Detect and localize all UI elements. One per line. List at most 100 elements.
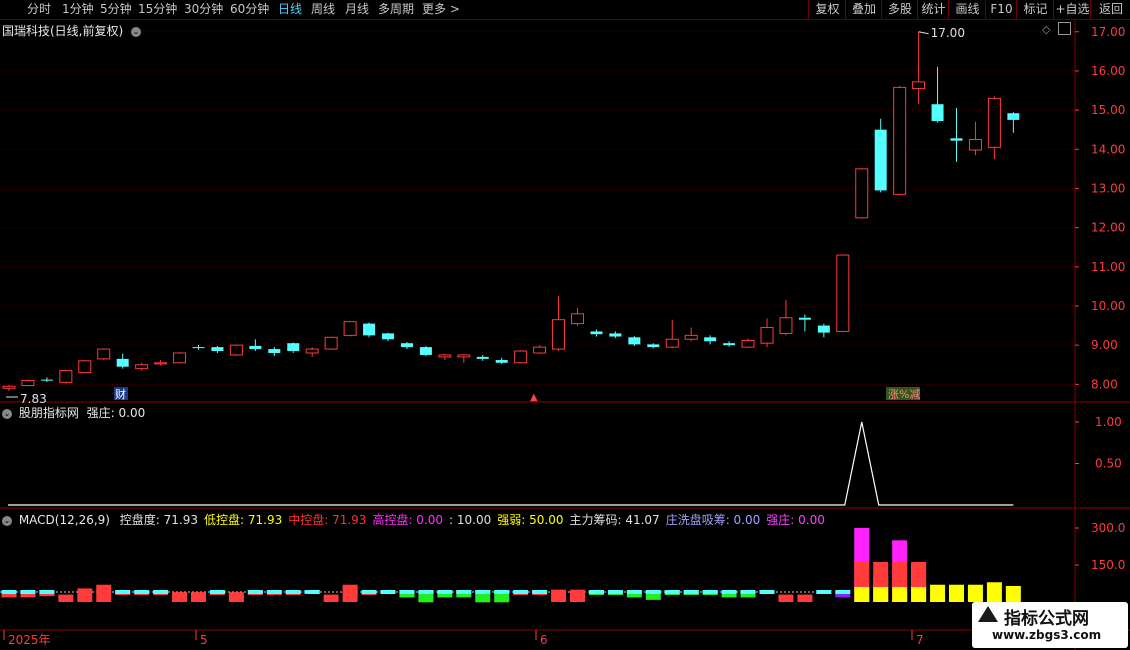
price-tick-label: 9.00 — [1091, 338, 1118, 352]
ctrl-bar-cap — [702, 590, 718, 594]
ctrl-bar-cap — [588, 590, 604, 594]
chevron-down-icon[interactable]: ⌄ — [2, 515, 12, 526]
candle-body — [2, 385, 16, 389]
price-tick-label: 8.00 — [1091, 377, 1118, 391]
time-label: 5 — [200, 633, 208, 647]
price-tick-label: 13.00 — [1091, 181, 1125, 195]
ctrl-bar — [930, 584, 946, 602]
candle-body — [968, 138, 982, 151]
ctrl-bar-cap — [304, 590, 320, 594]
candle-body — [950, 138, 963, 141]
candlestick-series: 17.007.83 财 ▲ 涨%减 — [2, 26, 1020, 406]
toolbar-button-0[interactable]: 复权 — [808, 0, 846, 19]
time-label: 6 — [540, 633, 548, 647]
macd-item-7: 庄洗盘吸筹: 0.00 — [665, 513, 761, 527]
indicator-tick-label: 1.00 — [1095, 415, 1122, 429]
period-tab-0[interactable]: 分时 — [27, 1, 51, 18]
candle-body — [665, 338, 679, 348]
chevron-down-icon[interactable]: ⌄ — [131, 26, 142, 37]
candle-body — [249, 345, 262, 350]
panel-toggle-icon[interactable] — [1058, 22, 1071, 35]
candle-body — [495, 360, 508, 363]
candle-body — [438, 354, 452, 358]
ctrl-bar — [778, 594, 794, 602]
ctrl-bar-low — [911, 587, 927, 602]
period-tab-5[interactable]: 60分钟 — [230, 1, 269, 18]
candle-body — [647, 344, 660, 348]
toolbar-button-6[interactable]: 标记 — [1016, 0, 1054, 19]
toolbar-button-3[interactable]: 统计 — [917, 0, 949, 19]
candle-body — [893, 86, 907, 195]
period-tab-3[interactable]: 15分钟 — [138, 1, 177, 18]
candle-body — [571, 313, 584, 325]
ctrl-bar — [967, 584, 983, 602]
period-tab-8[interactable]: 月线 — [345, 1, 369, 18]
price-tick-label: 15.00 — [1091, 103, 1125, 117]
candle-body — [760, 327, 774, 344]
candle-body — [97, 348, 111, 360]
ctrl-bar — [342, 584, 358, 602]
candle-body — [305, 348, 319, 354]
toolbar-button-1[interactable]: 叠加 — [845, 0, 882, 19]
ctrl-bar-cap — [247, 590, 263, 594]
toolbar-button-7[interactable]: +自选 — [1053, 0, 1091, 19]
ctrl-bar-low — [873, 587, 889, 602]
price-tick-label: 10.00 — [1091, 299, 1125, 313]
period-tab-6[interactable]: 日线 — [278, 1, 302, 18]
ctrl-bar-cap — [209, 590, 225, 594]
macd-item-3: 高控盘: 0.00 — [372, 513, 444, 527]
period-tab-7[interactable]: 周线 — [311, 1, 335, 18]
indicator-label: 强庄: — [86, 406, 115, 420]
ctrl-bar — [551, 589, 567, 602]
main-panel-title[interactable]: 国瑞科技(日线,前复权) ⌄ — [2, 22, 144, 39]
candle-body — [987, 97, 1001, 148]
chevron-down-icon[interactable]: ⌄ — [2, 408, 12, 419]
candle-body — [590, 331, 603, 335]
macd-tick-label: 150.0 — [1091, 558, 1125, 572]
period-tab-2[interactable]: 5分钟 — [100, 1, 132, 18]
ctrl-bar-low — [854, 587, 870, 602]
watermark-title: 指标公式网 — [1004, 609, 1089, 629]
toolbar-button-5[interactable]: F10 — [985, 0, 1017, 19]
ctrl-bar — [77, 588, 93, 602]
strong-line — [8, 421, 1014, 506]
candle-body — [874, 129, 887, 191]
macd-name: MACD(12,26,9) — [18, 513, 110, 527]
candle-body — [21, 379, 35, 387]
ctrl-bar — [570, 589, 585, 602]
macd-panel-title[interactable]: ⌄ MACD(12,26,9) 控盘度: 71.93 低控盘: 71.93 中控盘:… — [2, 511, 825, 528]
period-tab-10[interactable]: 更多 > — [422, 1, 460, 18]
candle-body — [779, 317, 793, 334]
period-tab-1[interactable]: 1分钟 — [62, 1, 94, 18]
ctrl-bar — [96, 584, 112, 602]
ctrl-bar-cap — [740, 590, 756, 594]
period-tab-4[interactable]: 30分钟 — [184, 1, 223, 18]
ctrl-bar-cap — [20, 590, 36, 594]
ctrl-bar — [172, 592, 188, 602]
candle-body — [684, 334, 698, 340]
ctrl-bar — [1005, 585, 1021, 602]
main-title-text: 国瑞科技(日线,前复权) — [2, 24, 124, 38]
period-tab-9[interactable]: 多周期 — [378, 1, 414, 18]
toolbar-button-8[interactable]: 返回 — [1090, 0, 1130, 19]
indicator-panel-title[interactable]: ⌄ 股朋指标网 强庄: 0.00 — [2, 404, 145, 421]
candle-body — [912, 81, 926, 90]
toolbar-button-2[interactable]: 多股 — [881, 0, 918, 19]
ctrl-bar-cap — [645, 590, 661, 594]
ctrl-bar — [228, 592, 244, 602]
candle-body — [533, 346, 547, 354]
candle-body — [154, 362, 168, 365]
diamond-icon[interactable]: ◇ — [1042, 23, 1050, 36]
ctrl-bar-cap — [513, 590, 529, 594]
marker-cai: 财 — [115, 387, 126, 401]
macd-item-0: 控盘度: 71.93 — [119, 513, 199, 527]
indicator-value: 0.00 — [118, 406, 146, 420]
macd-item-6: 主力筹码: 41.07 — [569, 513, 660, 527]
macd-item-2: 中控盘: 71.93 — [288, 513, 367, 527]
toolbar-button-4[interactable]: 画线 — [948, 0, 986, 19]
period-toolbar: 分时 1分钟 5分钟 15分钟 30分钟 60分钟 日线 周线 月线 多周期 更多 > 复权 叠加 多股… — [0, 0, 1130, 20]
stock-chart-area[interactable]: 17.007.83 财 ▲ 涨%减 17.0016.0015.0014.0013.00… — [0, 20, 1130, 650]
time-axis: 2025年 5 6 7 — [3, 630, 924, 647]
high-arrow — [918, 31, 929, 35]
candle-body — [836, 254, 850, 332]
